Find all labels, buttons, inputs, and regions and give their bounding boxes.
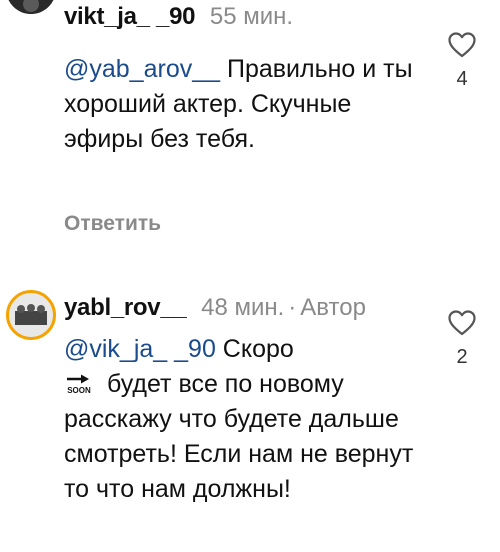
mention-link[interactable]: @yab_arov__	[64, 55, 220, 83]
like-count: 2	[456, 346, 468, 368]
comment-body: @vik_ja_ _90 Скоро SOON будет все по нов…	[64, 332, 414, 507]
comment-meta: vikt_ja_ _90 55 мин.	[64, 2, 293, 32]
meta-separator: ·	[288, 294, 297, 321]
like-button[interactable]: 2	[444, 310, 480, 368]
comment-text-part1: Скоро	[215, 335, 294, 363]
soon-arrow-icon: SOON	[67, 374, 91, 394]
comment-1: vikt_ja_ _90 55 мин. @yab_arov__ Правиль…	[0, 0, 500, 250]
comment-time: 48 мин.	[201, 294, 285, 321]
soon-label: SOON	[67, 386, 91, 394]
heart-outline-icon[interactable]	[448, 32, 476, 58]
like-button[interactable]: 4	[444, 32, 480, 90]
comment-time: 55 мин.	[209, 3, 294, 30]
comment-text-part2: будет все по новому расскажу что будете …	[64, 370, 414, 503]
comment-2: yabl_rov__ 48 мин. · Автор @vik_ja_ _90 Ск…	[0, 280, 500, 552]
comment-username[interactable]: yabl_rov__	[64, 294, 187, 321]
comment-body: @yab_arov__ Правильно и ты хороший актер…	[64, 52, 414, 157]
author-badge: Автор	[300, 294, 366, 321]
reply-button[interactable]: Ответить	[64, 212, 161, 236]
commenter-avatar[interactable]	[6, 0, 56, 14]
author-avatar[interactable]	[6, 290, 56, 340]
comment-username[interactable]: vikt_ja_ _90	[64, 3, 195, 30]
heart-outline-icon[interactable]	[448, 310, 476, 336]
like-count: 4	[456, 68, 468, 90]
mention-link[interactable]: @vik_ja_ _90	[64, 335, 216, 363]
comment-meta: yabl_rov__ 48 мин. · Автор	[64, 293, 366, 323]
